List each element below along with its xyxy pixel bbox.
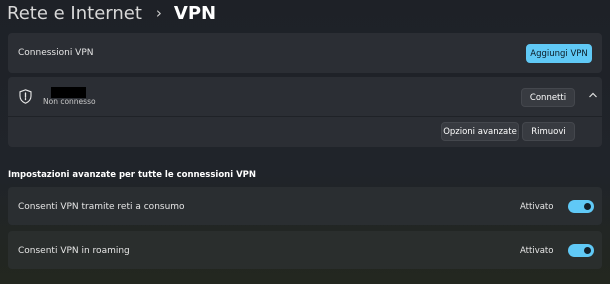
- breadcrumb: Rete e Internet › VPN: [7, 0, 216, 26]
- add-vpn-button[interactable]: Aggiungi VPN: [526, 44, 592, 63]
- connection-status: Non connesso: [43, 97, 96, 106]
- vpn-connections-label: Connessioni VPN: [18, 48, 94, 58]
- shield-icon: [19, 89, 32, 104]
- vpn-connection-card: Connetti Opzioni avanzate Rimuovi: [8, 77, 602, 147]
- chevron-up-icon[interactable]: [588, 91, 598, 99]
- breadcrumb-parent-link[interactable]: Rete e Internet: [7, 3, 142, 24]
- vpn-connection-actions: Opzioni avanzate Rimuovi: [8, 117, 602, 147]
- setting-state-roaming: Attivato: [520, 246, 554, 256]
- connect-button[interactable]: Connetti: [521, 88, 575, 107]
- chevron-right-icon: ›: [155, 4, 162, 22]
- setting-row-roaming: Consenti VPN in roaming Attivato: [8, 231, 602, 269]
- setting-state-metered: Attivato: [520, 202, 554, 212]
- setting-label-roaming: Consenti VPN in roaming: [18, 246, 130, 256]
- setting-label-metered: Consenti VPN tramite reti a consumo: [18, 202, 185, 212]
- remove-button[interactable]: Rimuovi: [522, 122, 575, 141]
- setting-row-metered: Consenti VPN tramite reti a consumo Atti…: [8, 187, 602, 225]
- page-title: VPN: [173, 2, 217, 24]
- vpn-settings-page: Rete e Internet › VPN Connessioni VPN Ag…: [0, 0, 610, 284]
- toggle-roaming[interactable]: [568, 244, 594, 257]
- vpn-connections-header: Connessioni VPN Aggiungi VPN: [8, 33, 602, 73]
- advanced-options-button[interactable]: Opzioni avanzate: [441, 122, 519, 141]
- toggle-metered[interactable]: [568, 200, 594, 213]
- advanced-settings-heading: Impostazioni avanzate per tutte le conne…: [8, 170, 257, 180]
- vpn-connection-summary[interactable]: Connetti: [8, 77, 602, 117]
